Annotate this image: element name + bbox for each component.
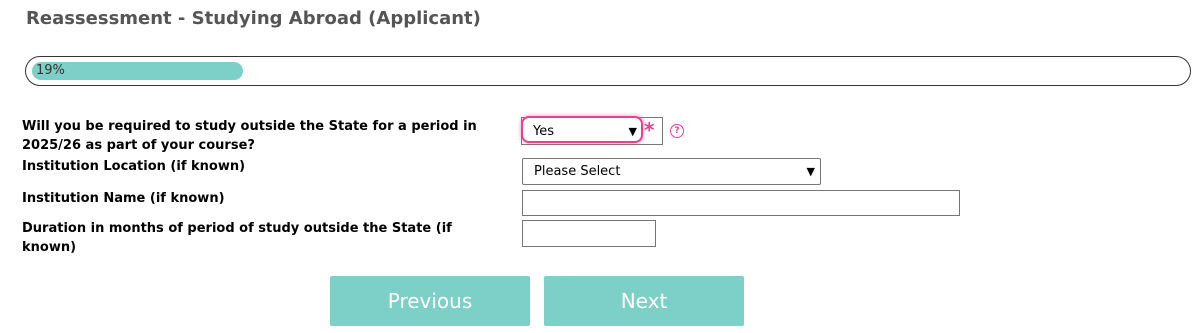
required-marker: * — [644, 118, 655, 142]
progress-label: 19% — [36, 63, 65, 78]
institution-name-label: Institution Name (if known) — [22, 191, 225, 206]
next-button[interactable]: Next — [544, 276, 744, 326]
institution-location-label: Institution Location (if known) — [22, 159, 246, 174]
page-title: Reassessment - Studying Abroad (Applican… — [26, 8, 481, 29]
institution-name-input[interactable] — [522, 190, 960, 216]
institution-location-select[interactable]: Please Select ▼ — [522, 158, 821, 185]
study-outside-select[interactable]: Yes ▼ — [521, 116, 663, 145]
chevron-down-icon: ▼ — [806, 165, 815, 178]
progress-bar: 19% — [25, 56, 1191, 86]
study-outside-value: Yes — [533, 124, 554, 139]
duration-input[interactable] — [522, 220, 656, 247]
question-circle-icon[interactable]: ? — [670, 124, 684, 138]
study-outside-label: Will you be required to study outside th… — [22, 119, 477, 153]
previous-button[interactable]: Previous — [330, 276, 530, 326]
institution-location-value: Please Select — [534, 164, 621, 179]
chevron-down-icon: ▼ — [628, 125, 637, 138]
duration-label: Duration in months of period of study ou… — [22, 221, 452, 255]
study-outside-select-focus[interactable]: Yes ▼ — [521, 116, 643, 143]
